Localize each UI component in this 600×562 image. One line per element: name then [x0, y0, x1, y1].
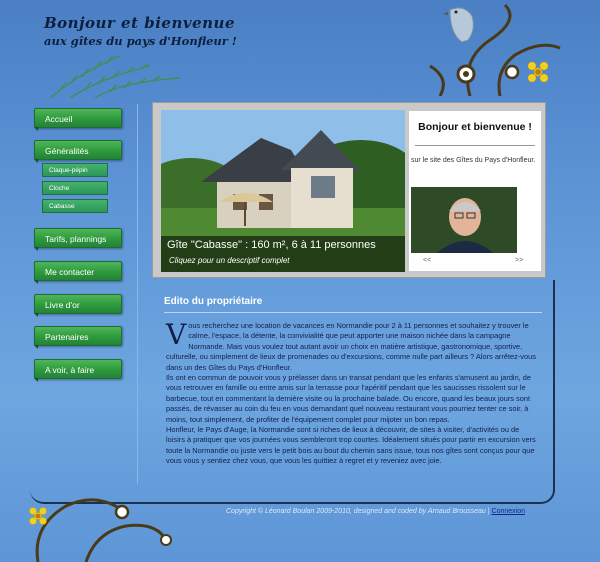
sidebar-item-accueil[interactable]: Accueil [34, 108, 122, 131]
site-header: Bonjour et bienvenue aux gîtes du pays d… [0, 0, 600, 98]
sidebar-subitem-claque-pepin[interactable]: Claque-pépin [42, 163, 108, 177]
gite-slideshow[interactable]: Gîte "Cabasse" : 160 m², 6 à 11 personne… [161, 110, 405, 272]
sidebar-subitem-cloche[interactable]: Cloche [42, 181, 108, 195]
portrait-next-arrow[interactable]: >> [515, 257, 523, 264]
site-subtitle: aux gîtes du pays d'Honfleur ! [44, 34, 237, 48]
login-link[interactable]: Connexion [492, 508, 525, 515]
feature-panel: Gîte "Cabasse" : 160 m², 6 à 11 personne… [152, 102, 546, 278]
sidebar-item-generalites[interactable]: Généralités [34, 140, 122, 163]
welcome-title: Bonjour et bienvenue ! [418, 121, 532, 133]
owner-portrait [411, 187, 517, 253]
content-frame [30, 280, 555, 504]
copyright-text: Copyright © Léonard Boulan 2009-2010, de… [226, 508, 490, 515]
bird-flower-illustration [429, 3, 561, 96]
portrait-prev-arrow[interactable]: << [423, 257, 431, 264]
slideshow-caption: Gîte "Cabasse" : 160 m², 6 à 11 personne… [161, 236, 405, 272]
sidebar-item-contact[interactable]: Me contacter [34, 261, 122, 284]
sidebar-item-tarifs[interactable]: Tarifs, plannings [34, 228, 122, 251]
welcome-text: sur le site des Gîtes du Pays d'Honfleur… [411, 157, 536, 164]
swirl-flower-decoration [29, 498, 172, 562]
slideshow-caption-title: Gîte "Cabasse" : 160 m², 6 à 11 personne… [167, 239, 376, 251]
footer-copyright: Copyright © Léonard Boulan 2009-2010, de… [226, 508, 525, 515]
welcome-box: Bonjour et bienvenue ! sur le site des G… [409, 111, 541, 271]
slideshow-caption-link[interactable]: Cliquez pour un descriptif complet [169, 256, 290, 265]
welcome-divider [415, 145, 535, 146]
fern-illustration [49, 55, 181, 98]
site-title: Bonjour et bienvenue [44, 14, 235, 32]
sidebar-subitem-cabasse[interactable]: Cabasse [42, 199, 108, 213]
